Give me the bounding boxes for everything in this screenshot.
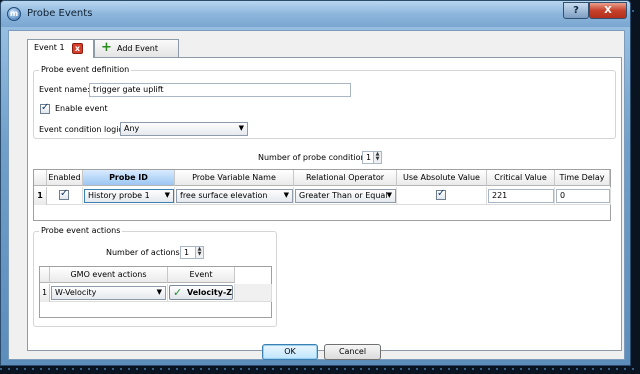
col-header-gmo-actions[interactable]: GMO event actions [50,267,168,283]
chevron-down-icon: ▼ [386,191,392,199]
stepper-buttons[interactable]: ▲ ▼ [373,152,381,163]
variable-select[interactable]: free surface elevation ▼ [176,189,293,203]
operator-cell: Greater Than or Equal ▼ [294,187,397,205]
enable-event-label: Enable event [55,104,108,113]
action-value: W-Velocity [55,288,97,297]
tab-close-icon[interactable]: x [72,43,83,54]
tab-event-1[interactable]: Event 1 x [27,39,94,58]
group-title: Probe event actions [39,226,123,235]
operator-select[interactable]: Greater Than or Equal ▼ [295,189,396,203]
empty-cell [235,284,272,302]
action-cell: W-Velocity ▼ [50,284,168,302]
action-select[interactable]: W-Velocity ▼ [51,286,166,300]
col-header-delay[interactable]: Time Delay [555,170,610,186]
conditions-count-label: Number of probe conditions: [258,153,373,162]
actions-table: GMO event actions Event 1 W-Velocity ▼ ✓… [39,266,272,318]
stepper-down-icon[interactable]: ▼ [374,157,381,162]
cancel-button[interactable]: Cancel [324,344,381,360]
actions-count-label: Number of actions [106,248,180,257]
row-number: 1 [40,284,50,302]
critical-cell: 221 [487,187,555,205]
probe-id-cell: History probe 1 ▼ [83,187,175,205]
col-header-enabled[interactable]: Enabled [47,170,83,186]
probe-conditions-table: Enabled Probe ID Probe Variable Name Rel… [33,169,611,221]
event-name-field[interactable]: trigger gate uplift [89,83,351,97]
variable-cell: free surface elevation ▼ [175,187,294,205]
variable-value: free surface elevation [180,191,268,200]
logic-select[interactable]: Any ▼ [120,122,248,136]
col-header-variable[interactable]: Probe Variable Name [175,170,294,186]
enable-event-checkbox[interactable] [40,102,50,114]
app-icon: m [7,7,21,21]
event-tab-page: Probe event definition Event name: trigg… [27,57,622,351]
chevron-down-icon: ▼ [164,191,170,199]
col-header-critical[interactable]: Critical Value [487,170,555,186]
tab-add-event[interactable]: + Add Event [94,39,179,57]
col-header-operator[interactable]: Relational Operator [294,170,397,186]
help-button[interactable]: ? [563,2,589,19]
probe-events-window: m Probe Events ? X Event 1 x + Add Event… [0,0,631,366]
probe-id-select[interactable]: History probe 1 ▼ [84,189,174,203]
critical-value-field[interactable]: 221 [488,189,554,203]
operator-value: Greater Than or Equal [299,191,388,200]
probe-event-actions-group: Probe event actions Number of actions 1 … [33,226,277,327]
window-title: Probe Events [27,8,93,19]
probe-event-definition-group: Probe event definition Event name: trigg… [33,65,616,139]
velocity-event-button[interactable]: ✓ Velocity-Z [169,285,233,300]
enabled-cell [47,187,83,205]
tab-label: Add Event [117,44,158,53]
conditions-count-stepper[interactable]: 1 ▲ ▼ [362,151,382,164]
ok-button[interactable]: OK [262,344,318,360]
plus-icon: + [101,40,112,55]
logic-value: Any [124,124,140,133]
col-header-absolute[interactable]: Use Absolute Value [397,170,487,186]
stepper-buttons[interactable]: ▲ ▼ [195,247,203,258]
stepper-down-icon[interactable]: ▼ [196,252,203,257]
event-label: Velocity-Z [187,288,233,297]
tab-label: Event 1 [34,43,65,52]
event-cell: ✓ Velocity-Z [168,284,235,302]
use-absolute-checkbox[interactable] [436,188,446,200]
event-name-label: Event name: [39,85,90,94]
dialog-client: Event 1 x + Add Event Probe event defini… [8,30,625,360]
probe-id-value: History probe 1 [88,191,150,200]
row-header-corner [40,267,50,283]
col-header-probe-id[interactable]: Probe ID [83,170,175,186]
conditions-count-value: 1 [366,153,372,162]
actions-count-stepper[interactable]: 1 ▲ ▼ [180,246,204,259]
actions-count-value: 1 [184,248,190,257]
row-number: 1 [34,187,47,205]
logic-label: Event condition logic [39,125,123,134]
background-dots-bottom [0,368,640,370]
green-check-icon: ✓ [173,286,183,299]
delay-cell: 0 [555,187,611,205]
group-title: Probe event definition [39,65,132,74]
col-header-event[interactable]: Event [168,267,235,283]
chevron-down-icon: ▼ [283,191,289,199]
time-delay-field[interactable]: 0 [556,189,610,203]
absolute-cell [397,187,487,205]
close-button[interactable]: X [589,2,627,19]
condition-enabled-checkbox[interactable] [59,188,69,200]
chevron-down-icon: ▼ [156,288,162,296]
title-bar: m Probe Events ? X [1,1,630,27]
row-header-corner [34,170,47,186]
chevron-down-icon: ▼ [238,124,244,132]
